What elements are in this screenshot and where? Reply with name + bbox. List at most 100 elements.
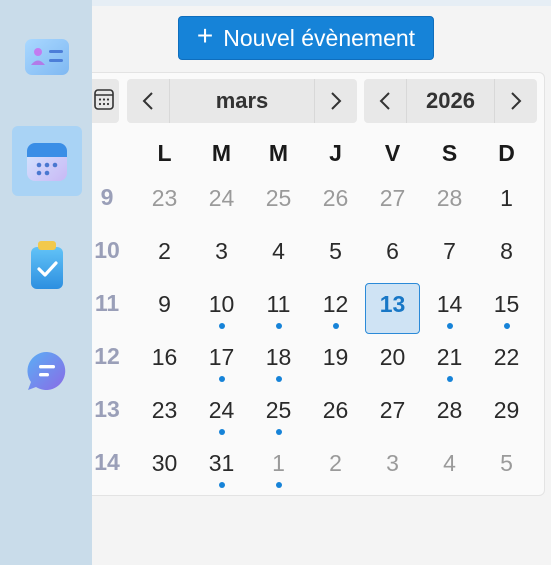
calendar-picker-button[interactable]: [92, 79, 119, 123]
day-number: 21: [436, 344, 463, 370]
calendar-grid-icon: [94, 87, 116, 115]
day-cell-today[interactable]: 13: [364, 286, 421, 339]
day-cell[interactable]: 7: [421, 233, 478, 286]
day-cell[interactable]: 17: [193, 339, 250, 392]
rail-item-contacts[interactable]: [12, 22, 82, 92]
rail-item-chat[interactable]: [12, 336, 82, 406]
event-dot: [332, 323, 339, 329]
event-dot: [275, 376, 282, 382]
event-dot: [275, 482, 282, 488]
day-cell[interactable]: 28: [421, 392, 478, 445]
day-number: 4: [443, 450, 456, 476]
day-cell[interactable]: 16: [136, 339, 193, 392]
day-number: 28: [436, 185, 463, 211]
day-cell[interactable]: 2: [136, 233, 193, 286]
month-navigator: mars: [127, 79, 357, 123]
day-cell[interactable]: 18: [250, 339, 307, 392]
navigation-rail: [0, 0, 92, 565]
day-number: 25: [265, 397, 292, 423]
weekday-header: L: [157, 140, 172, 166]
day-cell[interactable]: 25: [250, 180, 307, 233]
day-cell[interactable]: 28: [421, 180, 478, 233]
prev-month-button[interactable]: [127, 79, 169, 123]
day-cell[interactable]: 23: [136, 180, 193, 233]
day-cell[interactable]: 26: [307, 392, 364, 445]
weekday-header: V: [384, 140, 401, 166]
weekday-header: M: [268, 140, 289, 166]
day-number: 24: [208, 397, 235, 423]
day-cell[interactable]: 1: [478, 180, 535, 233]
contact-card-icon: [23, 37, 71, 77]
day-cell[interactable]: 24: [193, 180, 250, 233]
day-number: 23: [151, 397, 178, 423]
day-number: 23: [151, 185, 178, 211]
day-cell[interactable]: 22: [478, 339, 535, 392]
calendar-main-area: + Nouvel évènement mars 2026 L M M J V S…: [92, 0, 551, 565]
rail-item-calendar[interactable]: [12, 126, 82, 196]
day-number: 25: [265, 185, 292, 211]
day-cell[interactable]: 27: [364, 180, 421, 233]
day-cell[interactable]: 30: [136, 445, 193, 498]
day-cell[interactable]: 3: [193, 233, 250, 286]
day-number: 28: [436, 397, 463, 423]
week-number: 11: [94, 290, 120, 316]
day-cell[interactable]: 5: [307, 233, 364, 286]
day-cell[interactable]: 12: [307, 286, 364, 339]
day-cell[interactable]: 27: [364, 392, 421, 445]
day-number: 3: [386, 450, 399, 476]
prev-year-button[interactable]: [364, 79, 406, 123]
next-month-button[interactable]: [315, 79, 357, 123]
day-number: 13: [379, 291, 406, 317]
new-event-label: Nouvel évènement: [223, 24, 416, 51]
day-cell[interactable]: 10: [193, 286, 250, 339]
day-cell[interactable]: 2: [307, 445, 364, 498]
new-event-button[interactable]: + Nouvel évènement: [178, 16, 434, 60]
clipboard-check-icon: [27, 239, 67, 291]
weekday-header: D: [498, 140, 515, 166]
event-dot: [218, 482, 225, 488]
day-number: 27: [379, 185, 406, 211]
day-cell[interactable]: 4: [250, 233, 307, 286]
week-number: 9: [100, 184, 114, 210]
event-dot: [446, 376, 453, 382]
week-number: 10: [94, 237, 120, 263]
day-number: 27: [379, 397, 406, 423]
calendar-icon: [25, 139, 69, 183]
plus-icon: +: [196, 20, 214, 51]
day-cell[interactable]: 31: [193, 445, 250, 498]
day-cell[interactable]: 3: [364, 445, 421, 498]
day-cell[interactable]: 20: [364, 339, 421, 392]
day-number: 11: [266, 291, 291, 317]
day-number: 15: [493, 291, 520, 317]
event-dot: [275, 429, 282, 435]
day-cell[interactable]: 29: [478, 392, 535, 445]
day-cell[interactable]: 4: [421, 445, 478, 498]
day-cell[interactable]: 15: [478, 286, 535, 339]
day-number: 17: [208, 344, 235, 370]
day-number: 1: [272, 450, 285, 476]
day-cell[interactable]: 6: [364, 233, 421, 286]
day-cell[interactable]: 25: [250, 392, 307, 445]
day-number: 10: [208, 291, 235, 317]
day-cell[interactable]: 14: [421, 286, 478, 339]
day-cell[interactable]: 26: [307, 180, 364, 233]
day-cell[interactable]: 24: [193, 392, 250, 445]
rail-item-tasks[interactable]: [12, 230, 82, 300]
day-number: 26: [322, 185, 349, 211]
day-cell[interactable]: 1: [250, 445, 307, 498]
day-number: 20: [379, 344, 406, 370]
day-cell[interactable]: 23: [136, 392, 193, 445]
month-label[interactable]: mars: [169, 79, 315, 123]
next-year-button[interactable]: [495, 79, 537, 123]
day-cell[interactable]: 21: [421, 339, 478, 392]
day-cell[interactable]: 11: [250, 286, 307, 339]
day-cell[interactable]: 9: [136, 286, 193, 339]
day-number: 2: [158, 238, 171, 264]
day-cell[interactable]: 5: [478, 445, 535, 498]
day-number: 18: [265, 344, 292, 370]
day-number: 5: [329, 238, 342, 264]
day-cell[interactable]: 8: [478, 233, 535, 286]
year-label[interactable]: 2026: [406, 79, 495, 123]
day-cell[interactable]: 19: [307, 339, 364, 392]
day-number: 22: [493, 344, 520, 370]
